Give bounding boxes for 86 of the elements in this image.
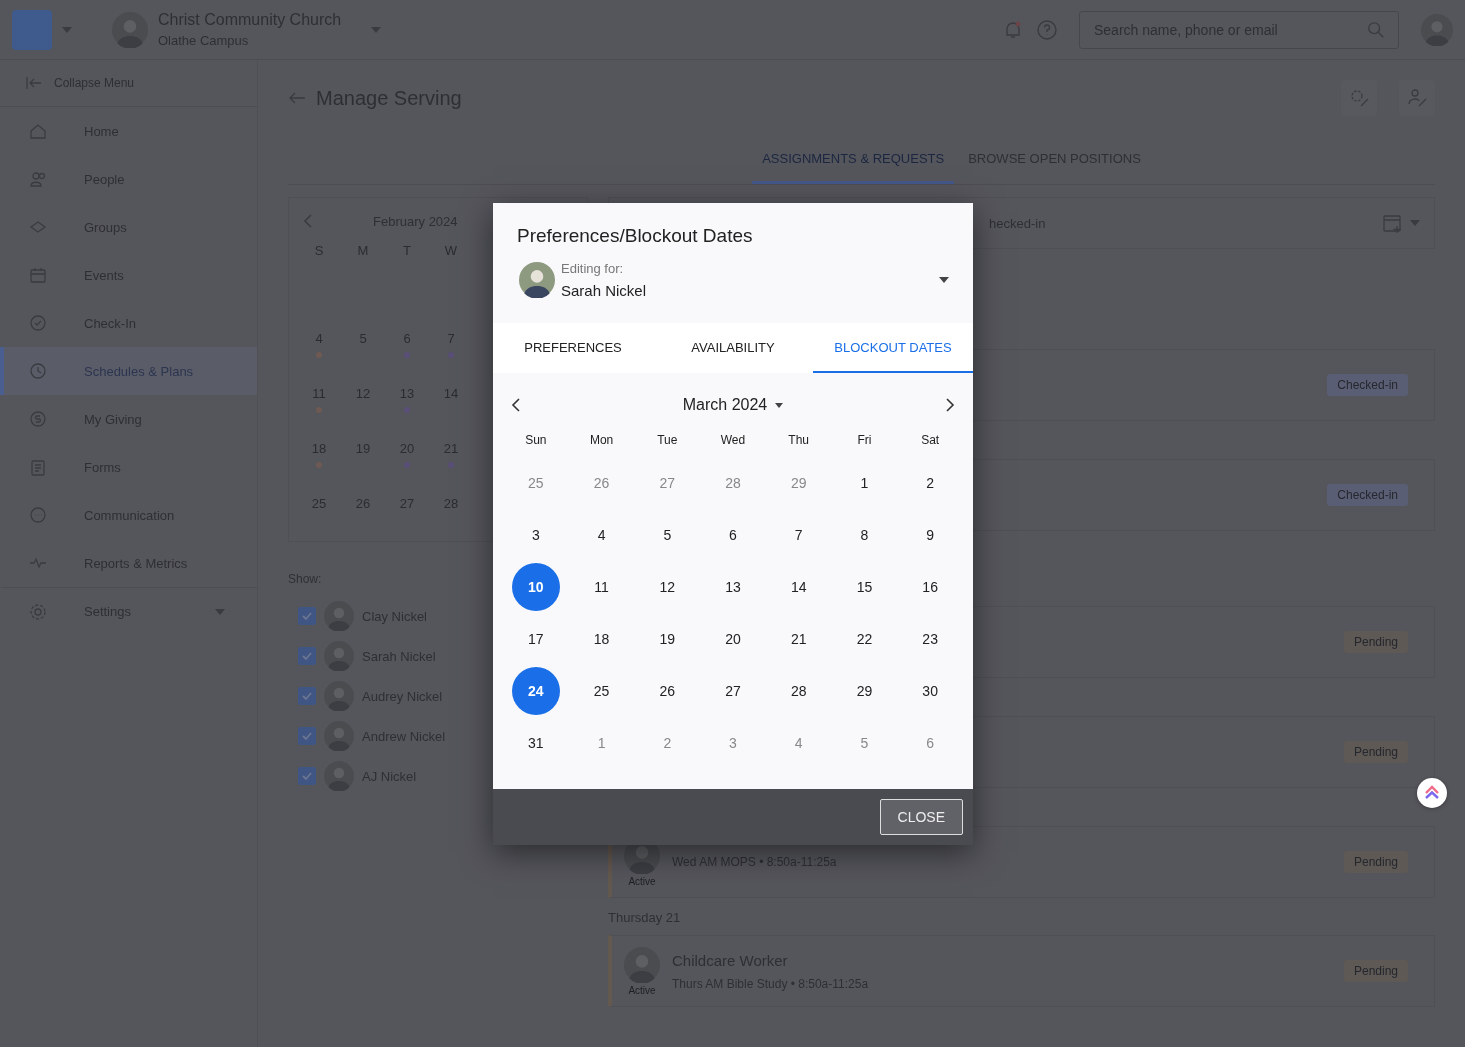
checkbox[interactable] [298, 727, 316, 745]
calendar-day[interactable]: 6 [906, 719, 955, 767]
avatar [1421, 13, 1453, 46]
status-badge: Pending [1343, 631, 1408, 653]
weekday-label: Fri [856, 432, 873, 449]
weekday-label: Wed [719, 432, 747, 449]
avatar-caption: Active [628, 984, 656, 996]
calendar-day[interactable]: 28 [709, 459, 757, 507]
caret-icon [775, 402, 784, 408]
month-picker[interactable]: March 2024 [682, 396, 784, 414]
app-logo[interactable] [12, 9, 52, 50]
calendar-day[interactable]: 10 [511, 563, 560, 611]
calendar-day[interactable]: 3 [511, 511, 560, 559]
checkbox[interactable] [298, 607, 316, 625]
back-arrow-icon[interactable] [288, 91, 306, 105]
status-badge: Pending [1343, 960, 1408, 982]
calendar-day[interactable]: 19 [643, 615, 692, 663]
close-button[interactable]: CLOSE [879, 799, 963, 835]
caret-icon [62, 26, 72, 33]
clock-icon [28, 361, 48, 381]
calendar-day[interactable]: 22 [840, 615, 889, 663]
search-icon[interactable] [1367, 20, 1385, 39]
tab[interactable]: ASSIGNMENTS & REQUESTS [752, 136, 955, 184]
calendar-day[interactable]: 17 [511, 615, 560, 663]
collapse-icon[interactable] [26, 76, 42, 90]
calendar-day[interactable]: 5 [840, 719, 889, 767]
checkbox[interactable] [298, 647, 316, 665]
calendar-day[interactable]: 29 [774, 459, 823, 507]
dialog-title: Preferences/Blockout Dates [516, 224, 754, 248]
status-badge: Checked-in [1327, 374, 1408, 396]
clipboard-icon [28, 457, 48, 477]
editing-label: Editing for: [561, 261, 625, 276]
check-circle-icon [28, 313, 48, 333]
check-icon [301, 770, 313, 782]
weekday-label: Mon [588, 432, 615, 449]
caret-icon [939, 277, 949, 283]
calendar-day[interactable]: 23 [906, 615, 955, 663]
dollar-icon [28, 409, 48, 429]
calendar-day[interactable]: 20 [709, 615, 757, 663]
caret-icon[interactable] [215, 608, 225, 615]
chat-icon [28, 505, 48, 525]
person-select[interactable]: Sarah Nickel [561, 282, 933, 299]
calendar-add-icon[interactable] [1382, 212, 1404, 234]
avatar [324, 641, 354, 671]
calendar-icon [28, 265, 48, 285]
chevron-right-icon[interactable] [945, 398, 955, 412]
calendar-day[interactable]: 1 [840, 459, 889, 507]
avatar [624, 946, 660, 983]
avatar [324, 721, 354, 751]
avatar [324, 601, 354, 631]
calendar-day[interactable]: 2 [643, 719, 692, 767]
status-badge: Pending [1343, 851, 1408, 873]
avatar [324, 681, 354, 711]
weekday-label: Sun [524, 432, 548, 449]
calendar-day[interactable]: 25 [511, 459, 560, 507]
calendar-day[interactable]: 24 [511, 667, 560, 715]
weekday-label: Tue [656, 432, 679, 449]
calendar-day[interactable]: 31 [511, 719, 560, 767]
floating-action-button[interactable] [1417, 778, 1447, 808]
calendar-day[interactable]: 2 [906, 459, 955, 507]
caret-icon [1410, 220, 1420, 226]
calendar-day[interactable]: 21 [774, 615, 823, 663]
avatar [324, 761, 354, 791]
chevron-left-icon[interactable] [511, 398, 521, 412]
status-badge: Checked-in [1327, 484, 1408, 506]
weekday-label: Thu [787, 432, 811, 449]
avatar-caption: Active [628, 875, 656, 887]
people-icon [28, 169, 48, 189]
chevron-up-icon [1423, 784, 1441, 802]
status-badge: Pending [1343, 741, 1408, 763]
calendar-day[interactable]: 3 [709, 719, 757, 767]
settings-icon [28, 601, 48, 622]
tab[interactable]: BLOCKOUT DATES [813, 323, 973, 373]
avatar [112, 11, 148, 48]
calendar-day[interactable]: 4 [774, 719, 823, 767]
check-icon [301, 650, 313, 662]
check-icon [301, 610, 313, 622]
weekday-label: Sat [920, 432, 941, 449]
calendar-day[interactable]: 27 [643, 459, 692, 507]
caret-icon [371, 26, 382, 33]
check-icon [301, 690, 313, 702]
help-icon[interactable] [1035, 17, 1059, 42]
avatar [519, 262, 555, 298]
checkbox[interactable] [298, 687, 316, 705]
check-icon [301, 730, 313, 742]
checkbox[interactable] [298, 767, 316, 785]
